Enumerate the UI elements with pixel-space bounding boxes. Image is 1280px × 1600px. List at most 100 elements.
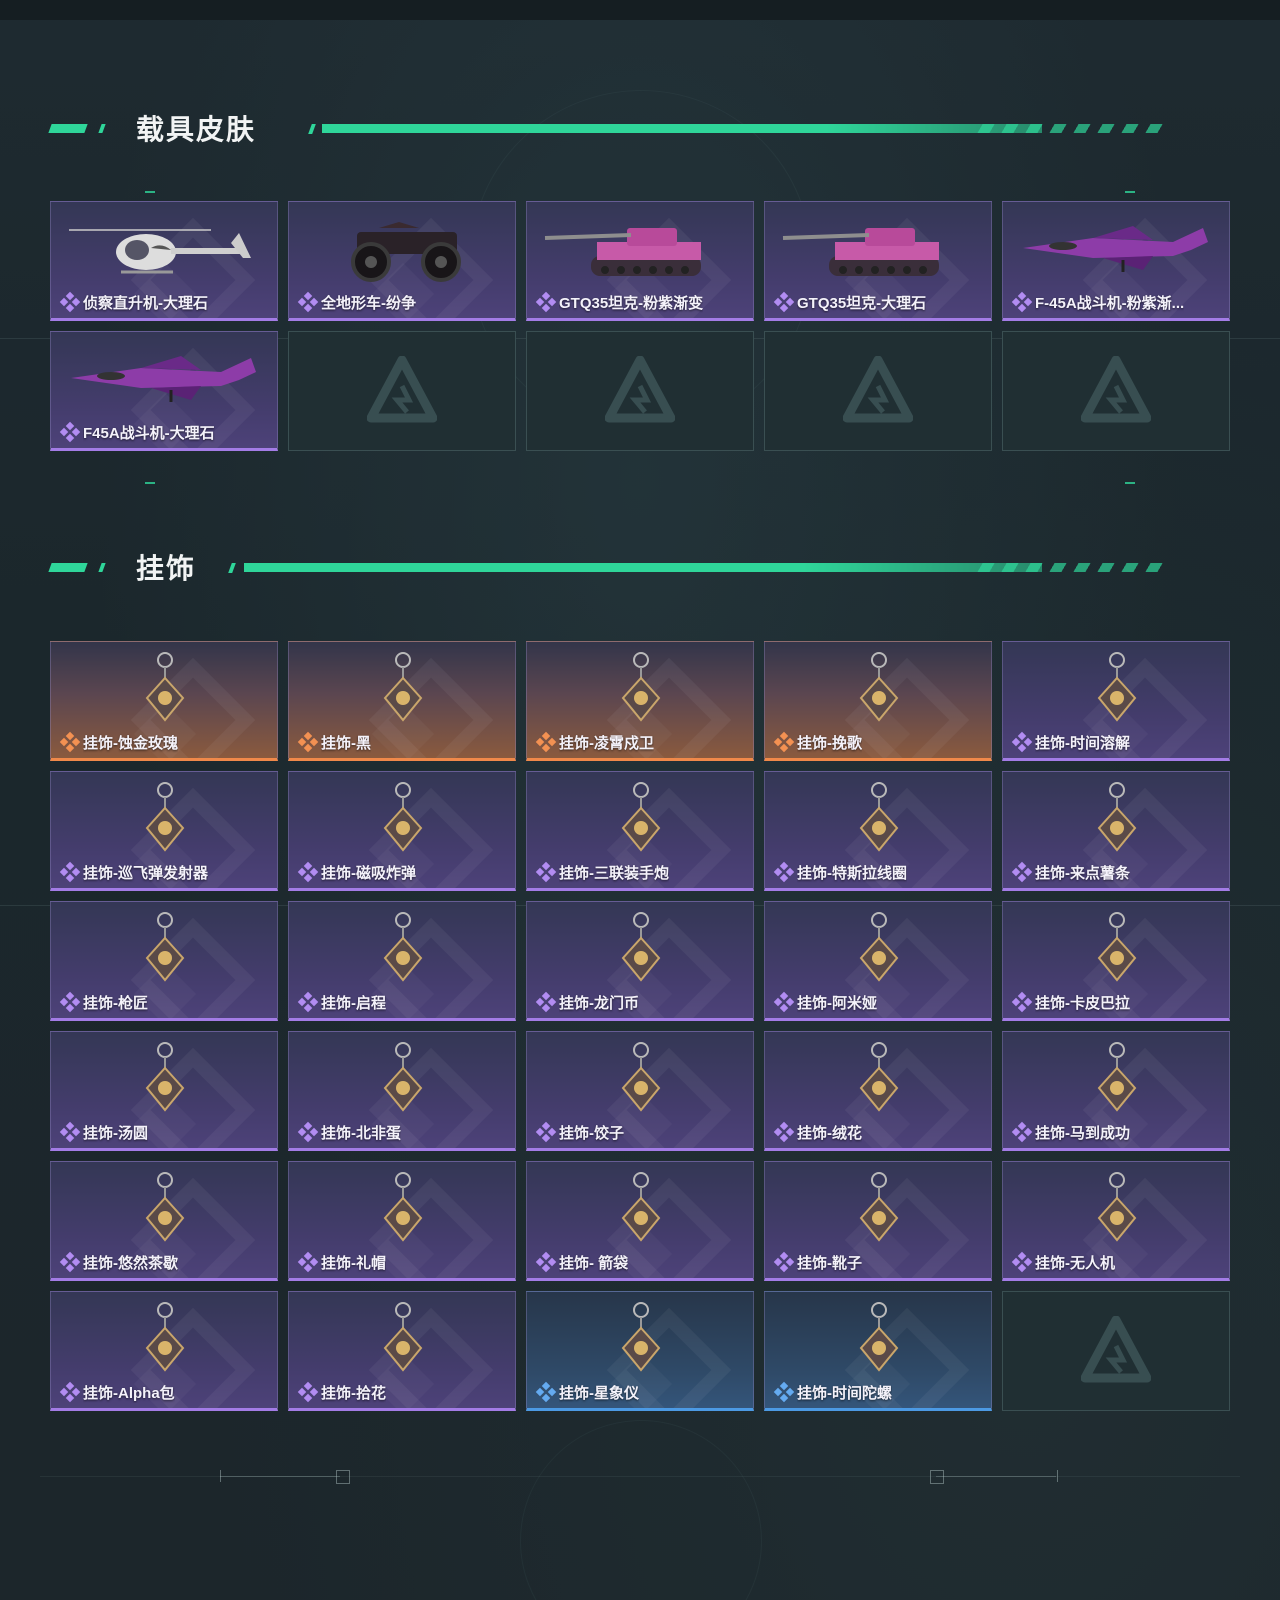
charm-card[interactable]: 挂饰-星象仪 (526, 1291, 754, 1411)
charm-icon (51, 1298, 277, 1378)
rarity-diamond-icon (535, 861, 557, 883)
header-accent-bar (48, 563, 88, 572)
charm-card[interactable]: 挂饰-蚀金玫瑰 (50, 641, 278, 761)
tank-icon (765, 208, 991, 288)
charm-card[interactable]: 挂饰- 箭袋 (526, 1161, 754, 1281)
charm-card[interactable]: 挂饰-汤圆 (50, 1031, 278, 1151)
charm-card[interactable]: 挂饰-三联装手炮 (526, 771, 754, 891)
charm-icon (527, 648, 753, 728)
rarity-diamond-icon (773, 291, 795, 313)
charm-icon (289, 778, 515, 858)
card-label-row: 挂饰-时间陀螺 (773, 1381, 985, 1403)
card-label-row: 挂饰-无人机 (1011, 1251, 1223, 1273)
charm-icon (289, 1298, 515, 1378)
charm-icon (51, 648, 277, 728)
empty-slot (1002, 1291, 1230, 1411)
card-label: 挂饰-卡皮巴拉 (1035, 994, 1130, 1012)
charm-card[interactable]: 挂饰-时间陀螺 (764, 1291, 992, 1411)
charm-card[interactable]: 挂饰-挽歌 (764, 641, 992, 761)
card-label-row: 挂饰-汤圆 (59, 1121, 271, 1143)
charm-card[interactable]: 挂饰-饺子 (526, 1031, 754, 1151)
card-label-row: 挂饰-北非蛋 (297, 1121, 509, 1143)
card-label: 挂饰-磁吸炸弹 (321, 864, 416, 882)
card-label-row: 挂饰-阿米娅 (773, 991, 985, 1013)
card-label-row: F-45A战斗机-粉紫渐... (1011, 291, 1223, 313)
page: 载具皮肤 侦察直升机-大理石 全地形车-纷争 GTQ35坦克-粉紫渐变 GTQ35坦克… (0, 0, 1280, 1600)
card-label-row: 挂饰-悠然茶歇 (59, 1251, 271, 1273)
charm-card[interactable]: 挂饰-龙门币 (526, 901, 754, 1021)
charm-card[interactable]: 挂饰-拾花 (288, 1291, 516, 1411)
charm-icon (289, 908, 515, 988)
charm-card[interactable]: 挂饰-来点薯条 (1002, 771, 1230, 891)
rarity-diamond-icon (535, 1381, 557, 1403)
rarity-diamond-icon (297, 1381, 319, 1403)
charm-card[interactable]: 挂饰-特斯拉线圈 (764, 771, 992, 891)
charm-card[interactable]: 挂饰-卡皮巴拉 (1002, 901, 1230, 1021)
rarity-diamond-icon (297, 1121, 319, 1143)
card-label-row: 挂饰-绒花 (773, 1121, 985, 1143)
rarity-diamond-icon (59, 291, 81, 313)
charm-icon (289, 648, 515, 728)
rarity-diamond-icon (773, 1381, 795, 1403)
charm-icon (765, 1168, 991, 1248)
empty-slot (1002, 331, 1230, 451)
rarity-diamond-icon (59, 1121, 81, 1143)
rarity-diamond-icon (773, 991, 795, 1013)
charm-card[interactable]: 挂饰-绒花 (764, 1031, 992, 1151)
charm-card[interactable]: 挂饰-礼帽 (288, 1161, 516, 1281)
charm-card[interactable]: 挂饰-时间溶解 (1002, 641, 1230, 761)
charm-card[interactable]: 挂饰-凌霄戍卫 (526, 641, 754, 761)
rarity-diamond-icon (1011, 731, 1033, 753)
card-label-row: 挂饰-特斯拉线圈 (773, 861, 985, 883)
card-label-row: 挂饰-枪匠 (59, 991, 271, 1013)
card-label: 挂饰-时间陀螺 (797, 1384, 892, 1402)
rarity-diamond-icon (773, 1251, 795, 1273)
card-label: 挂饰-枪匠 (83, 994, 148, 1012)
vehicle-skin-card[interactable]: GTQ35坦克-粉紫渐变 (526, 201, 754, 321)
vehicle-skin-card[interactable]: F45A战斗机-大理石 (50, 331, 278, 451)
charm-icon (1003, 908, 1229, 988)
card-label: 挂饰-龙门币 (559, 994, 639, 1012)
charm-card[interactable]: 挂饰-悠然茶歇 (50, 1161, 278, 1281)
charm-icon (527, 1298, 753, 1378)
charm-card[interactable]: 挂饰-无人机 (1002, 1161, 1230, 1281)
card-label-row: F45A战斗机-大理石 (59, 421, 271, 443)
charm-card[interactable]: 挂饰-马到成功 (1002, 1031, 1230, 1151)
charm-card[interactable]: 挂饰-黑 (288, 641, 516, 761)
card-label: 挂饰-特斯拉线圈 (797, 864, 907, 882)
charm-card[interactable]: 挂饰-枪匠 (50, 901, 278, 1021)
vehicle-skin-card[interactable]: F-45A战斗机-粉紫渐... (1002, 201, 1230, 321)
card-label: 挂饰-北非蛋 (321, 1124, 401, 1142)
charm-card[interactable]: 挂饰-北非蛋 (288, 1031, 516, 1151)
header-accent-line (244, 563, 1042, 572)
placeholder-logo-icon (1080, 355, 1152, 426)
card-label-row: 挂饰-凌霄戍卫 (535, 731, 747, 753)
jet-icon (51, 338, 277, 418)
charm-card[interactable]: 挂饰-磁吸炸弹 (288, 771, 516, 891)
card-label-row: 侦察直升机-大理石 (59, 291, 271, 313)
charm-icon (51, 778, 277, 858)
charm-card[interactable]: 挂饰-Alpha包 (50, 1291, 278, 1411)
card-label: GTQ35坦克-粉紫渐变 (559, 294, 704, 312)
card-label-row: 挂饰-磁吸炸弹 (297, 861, 509, 883)
card-label: 挂饰-时间溶解 (1035, 734, 1130, 752)
charm-card[interactable]: 挂饰-靴子 (764, 1161, 992, 1281)
header-accent-line (322, 124, 1042, 133)
card-label: 挂饰-蚀金玫瑰 (83, 734, 178, 752)
rarity-diamond-icon (59, 1381, 81, 1403)
section-header-vehicle: 载具皮肤 (48, 110, 1200, 150)
vehicle-skin-card[interactable]: 全地形车-纷争 (288, 201, 516, 321)
card-label-row: 挂饰-Alpha包 (59, 1381, 271, 1403)
charm-card[interactable]: 挂饰-巡飞弹发射器 (50, 771, 278, 891)
charm-card[interactable]: 挂饰-阿米娅 (764, 901, 992, 1021)
card-label: 全地形车-纷争 (321, 294, 416, 312)
card-label: 挂饰-拾花 (321, 1384, 386, 1402)
placeholder-logo-icon (842, 355, 914, 426)
card-label-row: 挂饰-卡皮巴拉 (1011, 991, 1223, 1013)
card-label: GTQ35坦克-大理石 (797, 294, 927, 312)
vehicle-skin-card[interactable]: GTQ35坦克-大理石 (764, 201, 992, 321)
charm-card[interactable]: 挂饰-启程 (288, 901, 516, 1021)
card-label-row: 挂饰- 箭袋 (535, 1251, 747, 1273)
vehicle-skin-card[interactable]: 侦察直升机-大理石 (50, 201, 278, 321)
card-label: 挂饰-巡飞弹发射器 (83, 864, 208, 882)
